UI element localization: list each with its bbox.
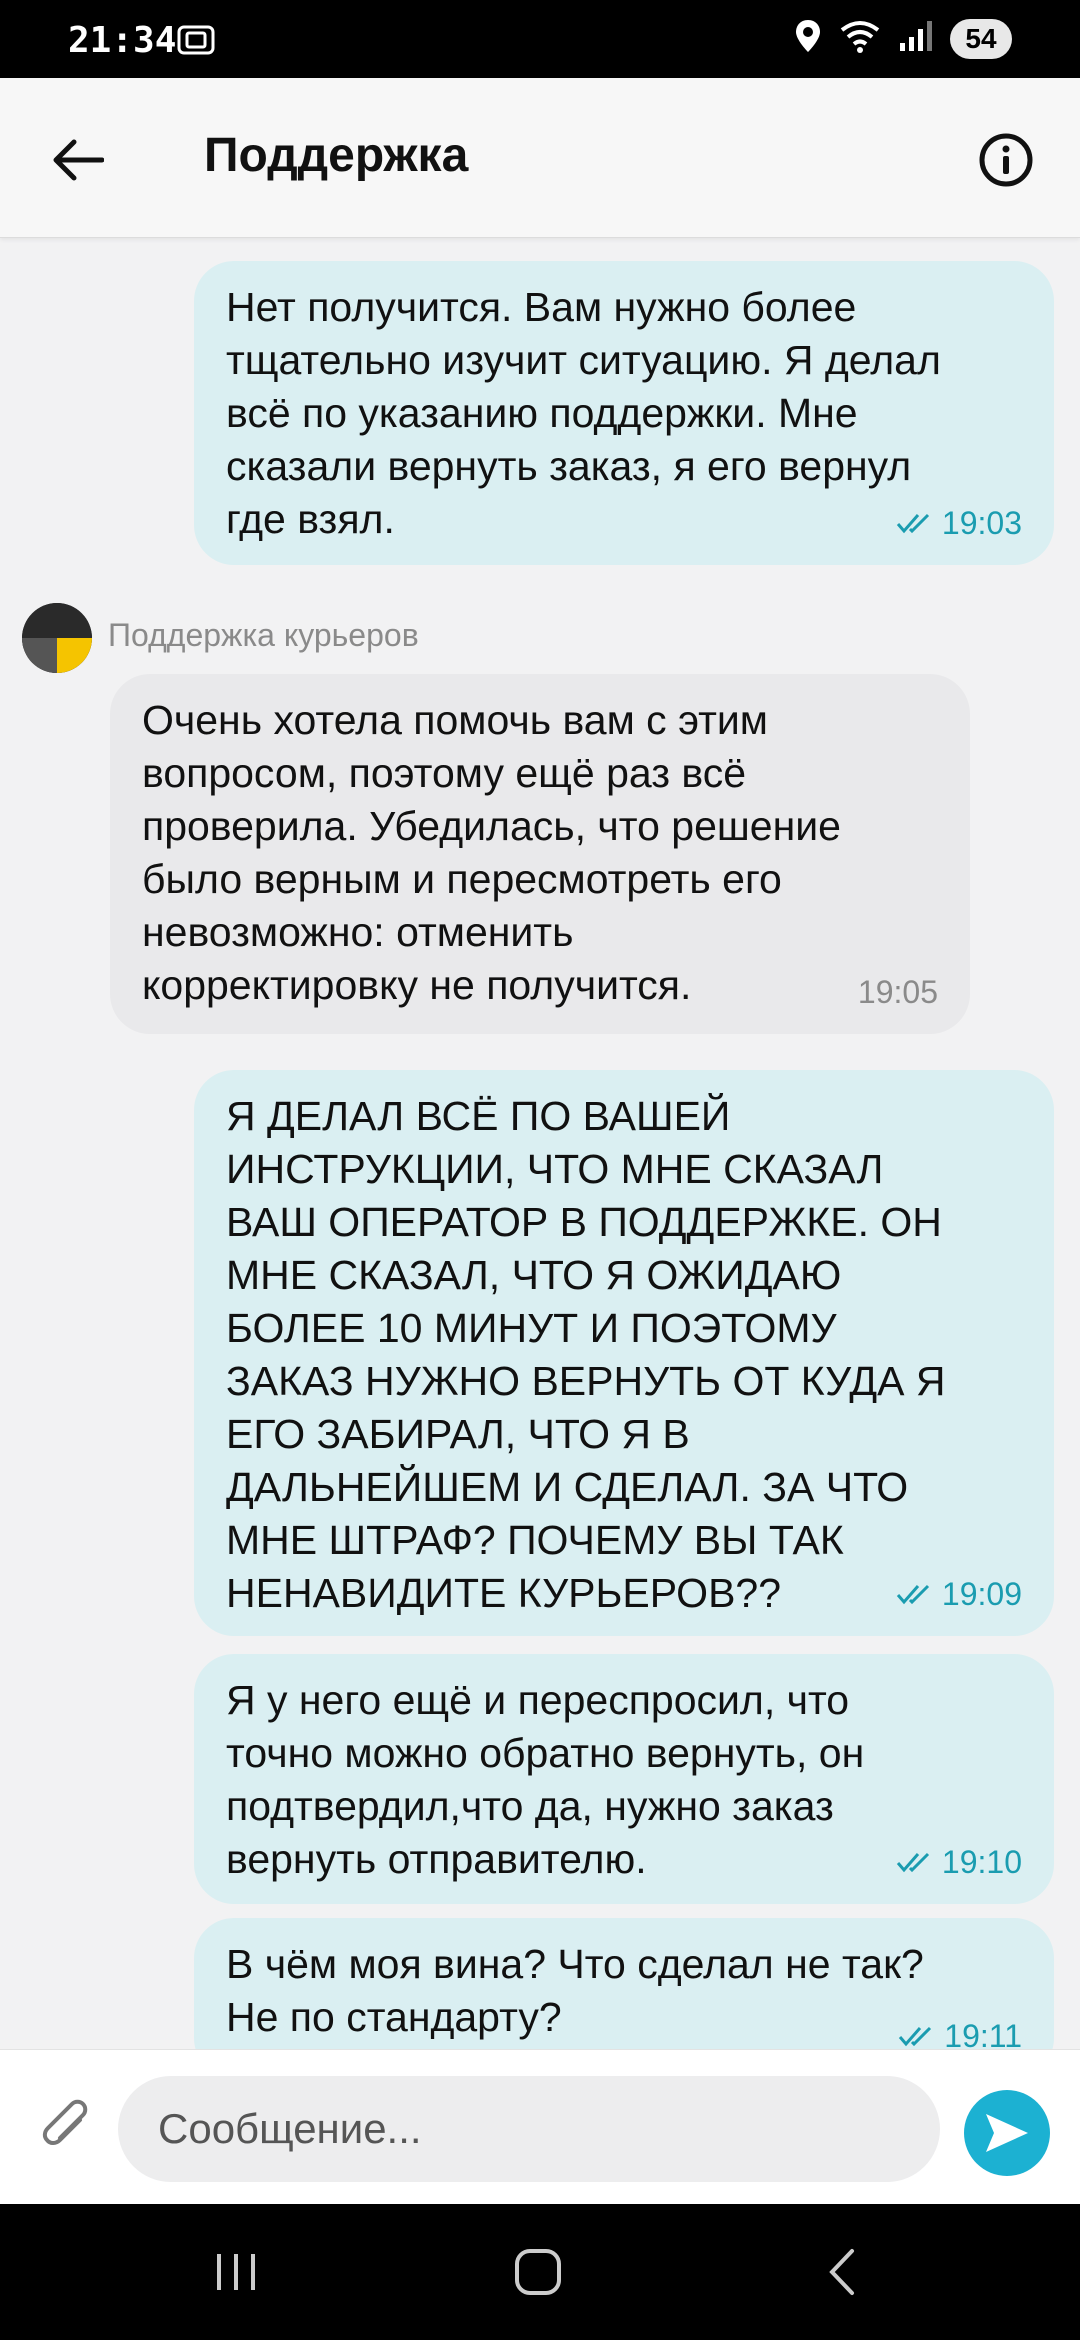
back-nav-button[interactable] bbox=[802, 2240, 882, 2304]
recent-apps-button[interactable] bbox=[196, 2240, 276, 2304]
paperclip-icon bbox=[42, 2099, 88, 2145]
battery-indicator: 54 bbox=[950, 18, 1012, 59]
system-nav-bar bbox=[0, 2204, 1080, 2340]
message-input[interactable] bbox=[118, 2076, 940, 2182]
back-icon bbox=[829, 2249, 854, 2295]
signal-icon bbox=[898, 19, 934, 58]
message-bubble-outgoing[interactable]: Нет получится. Вам нужно более тщательно… bbox=[194, 261, 1054, 565]
attach-button[interactable] bbox=[36, 2096, 100, 2160]
message-time: 19:11 bbox=[944, 2018, 1022, 2049]
message-time: 19:05 bbox=[857, 974, 938, 1010]
back-button[interactable] bbox=[40, 122, 116, 198]
double-check-icon bbox=[896, 513, 929, 534]
message-time: 19:09 bbox=[941, 1576, 1022, 1612]
double-check-icon bbox=[896, 1584, 929, 1605]
screenshot-icon bbox=[176, 22, 216, 61]
double-check-icon bbox=[896, 1852, 929, 1873]
status-icons: 54 bbox=[794, 18, 1012, 59]
message-bubble-outgoing[interactable]: Я ДЕЛАЛ ВСЁ ПО ВАШЕЙ ИНСТРУКЦИИ, ЧТО МНЕ… bbox=[194, 1070, 1054, 1636]
message-meta: 19:03 bbox=[896, 505, 1022, 541]
page-title: Поддержка bbox=[204, 129, 469, 182]
recent-apps-icon bbox=[217, 2254, 255, 2290]
info-button[interactable] bbox=[968, 122, 1044, 198]
message-text: Очень хотела помочь вам с этим вопросом,… bbox=[142, 697, 841, 1008]
arrow-left-icon bbox=[53, 139, 104, 181]
message-bubble-outgoing[interactable]: В чём моя вина? Что сделал не так? Не по… bbox=[194, 1918, 1054, 2049]
message-text: Я ДЕЛАЛ ВСЁ ПО ВАШЕЙ ИНСТРУКЦИИ, ЧТО МНЕ… bbox=[226, 1093, 946, 1616]
send-button[interactable] bbox=[964, 2090, 1050, 2176]
message-meta: 19:05 bbox=[858, 974, 938, 1010]
chat-messages[interactable]: Нет получится. Вам нужно более тщательно… bbox=[0, 239, 1080, 2049]
avatar bbox=[22, 603, 92, 673]
info-icon bbox=[979, 133, 1033, 187]
composer bbox=[0, 2049, 1080, 2204]
message-meta: 19:11 bbox=[898, 2018, 1022, 2049]
location-icon bbox=[794, 18, 822, 59]
status-time: 21:34 bbox=[68, 20, 177, 61]
app-bar: Поддержка bbox=[0, 78, 1080, 238]
message-meta: 19:10 bbox=[896, 1844, 1022, 1880]
home-icon bbox=[515, 2249, 561, 2295]
status-bar: 21:34 54 bbox=[0, 0, 1080, 78]
message-time: 19:03 bbox=[941, 505, 1022, 541]
message-meta: 19:09 bbox=[896, 1576, 1022, 1612]
send-icon bbox=[986, 2114, 1028, 2152]
home-button[interactable] bbox=[498, 2240, 578, 2304]
message-bubble-incoming[interactable]: Очень хотела помочь вам с этим вопросом,… bbox=[110, 674, 970, 1034]
message-bubble-outgoing[interactable]: Я у него ещё и переспросил, что точно мо… bbox=[194, 1654, 1054, 1904]
sender-name: Поддержка курьеров bbox=[108, 617, 419, 653]
message-time: 19:10 bbox=[941, 1844, 1022, 1880]
wifi-icon bbox=[838, 18, 882, 59]
double-check-icon bbox=[899, 2026, 932, 2047]
